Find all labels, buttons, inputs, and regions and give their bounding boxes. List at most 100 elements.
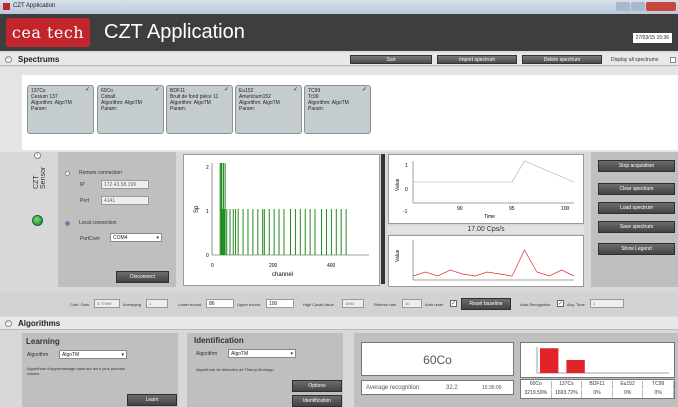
show-legend-button[interactable]: Show Legend	[598, 243, 675, 255]
y-tick: 0	[206, 253, 209, 259]
identification-algo-value: AlgoTM	[231, 351, 249, 357]
chevron-down-icon: ▾	[290, 351, 293, 357]
acquisition-panel	[591, 152, 678, 287]
recognition-chart-panel	[520, 342, 675, 378]
identification-algo-label: Algorithm	[196, 351, 218, 357]
status-led-icon	[32, 215, 43, 226]
rate-chart: Value	[395, 240, 575, 281]
high-canal-input[interactable]: 1000	[342, 299, 364, 308]
close-icon[interactable]	[646, 2, 676, 11]
local-radio[interactable]	[65, 221, 70, 226]
result-time: 15:36:00	[482, 385, 502, 391]
coef-gain-input[interactable]: 5.77899	[94, 299, 120, 308]
algorithms-title: Algorithms	[18, 319, 61, 328]
spectrum-card-60co[interactable]: ✓ 60Co Cobalt Algorithm: AlgoTM Param:	[97, 85, 164, 134]
stop-acquisition-button[interactable]: Stop acquisition	[598, 160, 675, 172]
delete-spectrum-button[interactable]: Delete spectrum	[522, 55, 602, 64]
load-spectrum-button[interactable]: Load spectrum	[598, 202, 675, 214]
table-cell: 0%	[643, 390, 674, 398]
spectrum-x-label: channel	[272, 272, 293, 278]
clear-spectrum-button[interactable]: Clear spectrum	[598, 183, 675, 195]
card-param: Param:	[308, 106, 325, 112]
value-series-line	[413, 160, 575, 183]
maximize-icon[interactable]	[631, 2, 645, 11]
local-label: Local connection	[79, 220, 117, 226]
date-time: 27/03/15 15:36	[632, 33, 672, 43]
spectrum-card-bdf11[interactable]: ✓ BDF11 Bruit de fond pièce 11 Algorithm…	[166, 85, 233, 134]
identification-button[interactable]: Identification	[292, 395, 342, 407]
spectrum-card-eu152[interactable]: ✓ Eu152 Americium152 Algorithm: AlgoTM P…	[235, 85, 302, 134]
app-header: cea tech CZT Application 27/03/15 15:36	[0, 14, 678, 51]
x-tick: 100	[561, 206, 570, 212]
upper-bound-input[interactable]: 100	[266, 299, 294, 308]
sort-button[interactable]: Sort	[350, 55, 432, 64]
card-param: Param:	[170, 106, 187, 112]
x-tick: 95	[509, 206, 515, 212]
refresh-rate-input[interactable]: 10	[402, 299, 422, 308]
collapse-icon[interactable]: −	[5, 56, 12, 63]
x-tick: 0	[211, 263, 214, 269]
spectrums-title: Spectrums	[18, 55, 60, 64]
app-icon	[3, 3, 10, 10]
spectrum-card-tc99[interactable]: ✓ TC99 Tc99 Algorithm: AlgoTM Param:	[304, 85, 371, 134]
display-all-checkbox[interactable]	[670, 57, 676, 63]
auto-recognition-checkbox[interactable]: ✓	[557, 300, 564, 307]
learn-button[interactable]: Learn	[127, 394, 177, 406]
lower-bound-input[interactable]: 86	[206, 299, 234, 308]
port-input[interactable]: 4141	[101, 196, 149, 205]
x-tick: 400	[327, 263, 336, 269]
avg-label: Average recognition:	[366, 385, 421, 391]
identification-algo-select[interactable]: AlgoTM ▾	[228, 349, 296, 358]
check-icon: ✓	[223, 87, 229, 93]
collapse-icon[interactable]: −	[5, 320, 12, 327]
window-title-bar: CZT Application	[0, 0, 678, 14]
identification-title: Identification	[194, 336, 244, 345]
chevron-down-icon: ▾	[156, 235, 159, 241]
learning-title: Learning	[26, 337, 60, 346]
average-recognition-box: Average recognition: 32.2 15:36:00	[361, 380, 514, 395]
collapse-icon[interactable]: ‹	[34, 152, 41, 159]
portcom-select[interactable]: COM4 ▾	[110, 233, 162, 242]
lower-bound-label: Lower bound	[178, 302, 202, 307]
auto-reset-checkbox[interactable]: ✓	[450, 300, 457, 307]
spectrum-plot-panel: Sp 2 1 0 0 200 400 channel	[183, 154, 380, 286]
window-title: CZT Application	[13, 3, 56, 9]
table-cell: 0%	[582, 390, 613, 398]
spectrum-chart: Sp 2 1 0 0 200 400 channel	[194, 163, 369, 278]
ip-label: IP	[80, 182, 85, 188]
value-x-label: Time	[484, 214, 495, 220]
minimize-icon[interactable]	[616, 2, 630, 11]
auto-reset-label: Auto reset	[425, 302, 444, 307]
cea-tech-logo: cea tech	[6, 18, 90, 47]
reset-baseline-button[interactable]: Reset baseline	[461, 298, 511, 310]
card-param: Param:	[239, 106, 256, 112]
save-spectrum-button[interactable]: Save spectrum	[598, 221, 675, 233]
algorithms-section-header[interactable]: − Algorithms	[0, 317, 678, 330]
plot-divider[interactable]	[381, 154, 385, 284]
app-title: CZT Application	[104, 21, 245, 43]
ip-input[interactable]: 172.43.58.199	[101, 180, 149, 189]
averaging-input[interactable]: 1	[146, 299, 168, 308]
spectrums-section-header[interactable]: − Spectrums Sort Import spectrum Delete …	[0, 53, 678, 66]
spectrum-card-137cs[interactable]: ✓ 137Cs Cesium 137 Algorithm: AlgoTM Par…	[27, 85, 94, 134]
avg-value: 32.2	[446, 385, 458, 391]
card-param: Param:	[31, 106, 48, 112]
learning-description: Algorithme d'apprentissage basé sur les …	[27, 366, 125, 376]
options-button[interactable]: Options	[292, 380, 342, 392]
table-header-cell: 60Co	[521, 381, 552, 389]
rate-plot-panel: Value	[388, 235, 584, 287]
check-icon: ✓	[154, 87, 160, 93]
recognition-chart	[536, 347, 669, 374]
remote-radio[interactable]	[65, 171, 70, 176]
table-header-row: 60Co 137Cs BDF11 Eu152 TC99	[521, 381, 674, 389]
disconnect-button[interactable]: Disconnect	[116, 271, 169, 283]
y-tick: 0	[405, 187, 408, 193]
acq-time-label: Acq. Time	[567, 302, 585, 307]
learning-algo-value: AlgoTM	[62, 352, 80, 358]
identification-description: Algorithme de détection de Thierry Monta…	[196, 367, 274, 372]
y-tick: -1	[403, 209, 408, 215]
import-spectrum-button[interactable]: Import spectrum	[437, 55, 517, 64]
learning-algo-select[interactable]: AlgoTM ▾	[59, 350, 127, 359]
table-header-cell: TC99	[643, 381, 674, 389]
acq-time-input[interactable]: 1	[590, 299, 624, 308]
